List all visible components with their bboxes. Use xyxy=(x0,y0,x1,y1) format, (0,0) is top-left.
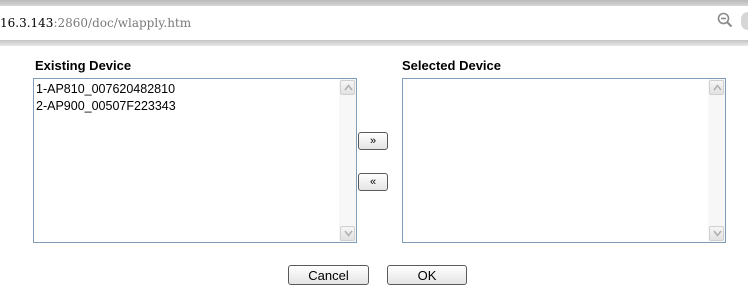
selected-device-list[interactable] xyxy=(402,78,726,243)
list-item[interactable]: 1-AP810_007620482810 xyxy=(36,81,339,98)
existing-list-scrollbar[interactable] xyxy=(339,79,356,242)
selected-device-label: Selected Device xyxy=(402,58,502,73)
selected-list-scrollbar[interactable] xyxy=(708,79,725,242)
scroll-up-arrow-icon[interactable] xyxy=(709,80,724,95)
zoom-out-icon[interactable] xyxy=(717,12,733,28)
add-to-selected-button[interactable]: » xyxy=(358,132,388,150)
browser-edge-decoration xyxy=(741,12,748,30)
scroll-down-arrow-icon[interactable] xyxy=(709,226,724,241)
scroll-down-arrow-icon[interactable] xyxy=(340,226,355,241)
address-bar-url[interactable]: 16.3.143:2860/doc/wlapply.htm xyxy=(0,16,191,30)
remove-from-selected-button[interactable]: « xyxy=(358,173,388,191)
existing-device-label: Existing Device xyxy=(35,58,132,73)
browser-bottom-edge xyxy=(0,40,748,46)
url-host: 16.3.143 xyxy=(0,16,54,30)
url-path: :2860/doc/wlapply.htm xyxy=(53,16,192,30)
cancel-button[interactable]: Cancel xyxy=(288,265,369,285)
scroll-up-arrow-icon[interactable] xyxy=(340,80,355,95)
existing-device-list[interactable]: 1-AP810_007620482810 2-AP900_00507F223343 xyxy=(33,78,357,243)
ok-button[interactable]: OK xyxy=(387,265,467,285)
existing-device-items: 1-AP810_007620482810 2-AP900_00507F223343 xyxy=(34,81,339,115)
list-item[interactable]: 2-AP900_00507F223343 xyxy=(36,98,339,115)
